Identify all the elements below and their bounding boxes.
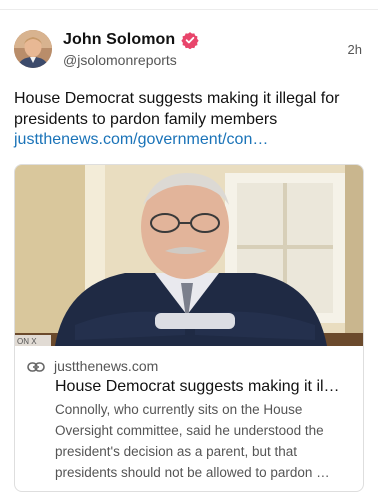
card-domain-row: justthenews.com (27, 358, 158, 374)
post-header: John Solomon @jsolomonreports 2h (14, 30, 364, 68)
author-name[interactable]: John Solomon (63, 31, 175, 49)
image-tag: ON X (17, 337, 37, 346)
top-divider (0, 9, 378, 10)
post-link[interactable]: justthenews.com/government/con… (14, 130, 268, 150)
name-row: John Solomon (63, 30, 199, 50)
avatar[interactable] (14, 30, 52, 68)
card-title[interactable]: House Democrat suggests making it il… (55, 377, 355, 397)
card-description: Connolly, who currently sits on the Hous… (55, 402, 330, 480)
author-handle[interactable]: @jsolomonreports (63, 52, 177, 68)
verified-badge-icon (181, 31, 199, 50)
post-text: House Democrat suggests making it illega… (14, 90, 340, 128)
card-image: ON X (15, 165, 363, 346)
avatar-portrait (14, 30, 52, 68)
link-icon (27, 360, 45, 372)
link-preview-card[interactable]: ON X justthenews.com House Democrat sugg… (14, 164, 364, 492)
card-domain: justthenews.com (54, 358, 159, 374)
post-time: 2h (347, 42, 362, 57)
